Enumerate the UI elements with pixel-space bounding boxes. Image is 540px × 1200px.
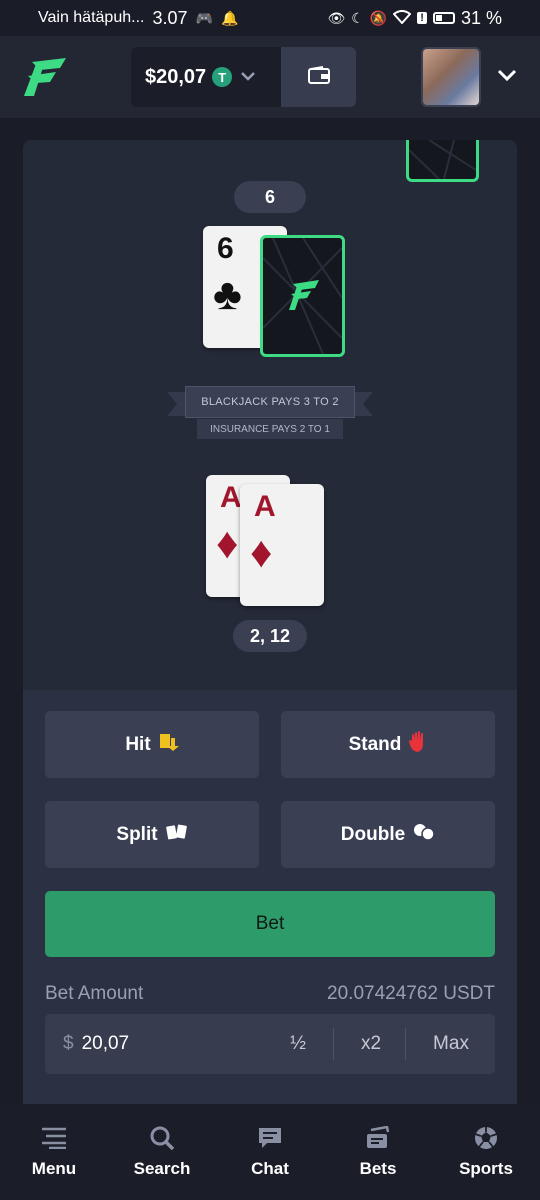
carrier-label: Vain hätäpuh...: [38, 9, 145, 26]
nav-chat[interactable]: Chat: [216, 1104, 324, 1200]
divider: [333, 1028, 334, 1060]
split-label: Split: [116, 823, 158, 845]
nav-label: Bets: [359, 1159, 397, 1178]
hand-icon: [409, 730, 427, 759]
bet-balance: 20.07424762 USDT: [327, 983, 495, 1004]
split-cards-icon: [165, 823, 188, 847]
banner-blackjack: BLACKJACK PAYS 3 TO 2: [185, 386, 355, 418]
bell-icon: 🔔: [220, 9, 239, 26]
balance-amount: $20,07: [145, 65, 207, 88]
dealer-hidden-card: [260, 235, 345, 357]
double-bet-button[interactable]: x2: [340, 1014, 402, 1074]
eye-icon: 👁: [327, 9, 346, 26]
player-score: 2, 12: [233, 620, 307, 652]
bottom-nav: Menu Search Chat Bets Sports: [0, 1104, 540, 1200]
double-label: Double: [340, 823, 406, 845]
battery-percent: 31 %: [460, 7, 502, 28]
bets-icon: [365, 1125, 391, 1151]
clock: 3.07: [152, 7, 188, 28]
bet-button[interactable]: Bet: [45, 891, 495, 957]
wallet-button[interactable]: [281, 47, 356, 107]
bet-amount-value: 20,07: [81, 1033, 130, 1054]
stand-button[interactable]: Stand: [281, 711, 495, 778]
tether-icon: T: [212, 67, 233, 87]
avatar[interactable]: [421, 47, 481, 107]
chevron-down-icon[interactable]: [497, 62, 517, 88]
card-rank: A: [254, 490, 276, 523]
divider: [405, 1028, 406, 1060]
half-button[interactable]: ½: [270, 1014, 326, 1074]
soccer-ball-icon: [473, 1125, 499, 1151]
mute-icon: 🔕: [369, 9, 388, 26]
top-bar: $20,07 T: [0, 36, 540, 118]
hit-icon: [159, 732, 179, 758]
battery-icon: [432, 12, 455, 24]
chips-icon: [413, 823, 435, 847]
stand-label: Stand: [348, 733, 402, 755]
search-icon: [149, 1125, 175, 1151]
hit-label: Hit: [125, 733, 151, 755]
card-suit: ♦: [216, 519, 239, 568]
hit-button[interactable]: Hit: [45, 711, 259, 778]
currency-symbol: $: [63, 1033, 74, 1054]
player-card: A ♦: [240, 484, 324, 606]
nav-sports[interactable]: Sports: [432, 1104, 540, 1200]
status-bar: Vain hätäpuh... 3.07 🎮 🔔 👁 ☾ 🔕 ! 31 %: [0, 0, 540, 36]
moon-icon: ☾: [351, 9, 364, 26]
card-suit: ♦: [250, 528, 273, 577]
nav-search[interactable]: Search: [108, 1104, 216, 1200]
payout-banner: BLACKJACK PAYS 3 TO 2 INSURANCE PAYS 2 T…: [167, 386, 373, 440]
nav-label: Search: [133, 1159, 191, 1178]
nav-label: Sports: [459, 1159, 513, 1178]
nav-label: Chat: [251, 1159, 289, 1178]
card-suit: ♣: [213, 270, 242, 319]
wifi-icon: [392, 9, 412, 27]
bet-amount-label: Bet Amount: [45, 983, 144, 1004]
split-button[interactable]: Split: [45, 801, 259, 868]
chat-icon: [257, 1125, 283, 1151]
banner-insurance: INSURANCE PAYS 2 TO 1: [197, 419, 343, 439]
wallet-icon: [307, 65, 330, 89]
balance-selector[interactable]: $20,07 T: [131, 47, 281, 107]
max-button[interactable]: Max: [412, 1014, 490, 1074]
chevron-down-icon: [240, 68, 256, 86]
nav-label: Menu: [31, 1159, 77, 1178]
dealer-score: 6: [234, 181, 306, 213]
double-button[interactable]: Double: [281, 801, 495, 868]
deck-card: [406, 139, 479, 182]
nav-menu[interactable]: Menu: [0, 1104, 108, 1200]
nav-bets[interactable]: Bets: [324, 1104, 432, 1200]
gamepad-icon: 🎮: [195, 9, 213, 26]
card-rank: A: [220, 481, 242, 514]
alert-icon: !: [417, 12, 427, 24]
card-rank: 6: [217, 232, 234, 265]
logo-icon[interactable]: [22, 56, 68, 98]
menu-icon: [41, 1125, 67, 1151]
